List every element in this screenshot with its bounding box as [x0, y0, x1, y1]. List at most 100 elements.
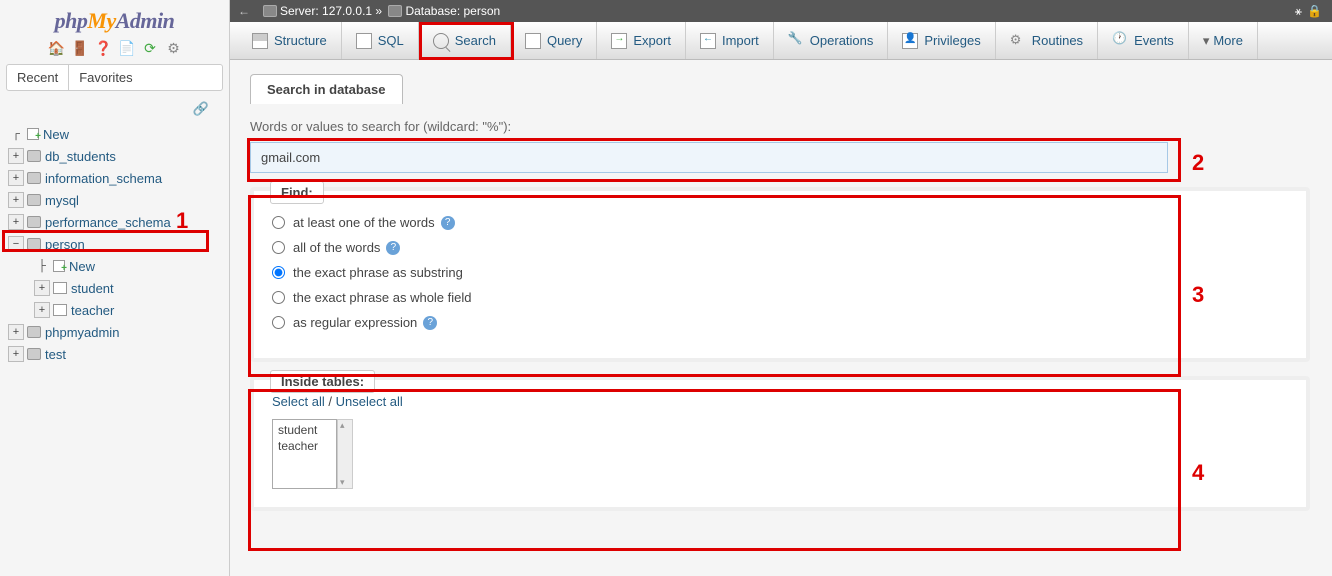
tab-label: Import [722, 33, 759, 48]
settings-icon[interactable]: 📄 [118, 40, 134, 56]
lock-icon[interactable]: 🔒 [1307, 4, 1322, 18]
sidebar-toolbar: 🏠 🚪 ❓ 📄 ⟳ ⚙ [0, 36, 229, 60]
expand-icon[interactable]: + [8, 148, 24, 164]
tab-export[interactable]: Export [597, 22, 686, 59]
tree-table-label: student [71, 281, 114, 296]
tree-db-label: mysql [45, 193, 79, 208]
tab-import[interactable]: Import [686, 22, 774, 59]
annotation-num-2: 2 [1192, 150, 1204, 176]
pin-icon[interactable]: ⚹ [1295, 4, 1302, 19]
tab-label: Privileges [924, 33, 980, 48]
table-icon [53, 304, 67, 316]
panel-title: Search in database [250, 74, 403, 104]
tree-line-icon: ├ [34, 258, 50, 274]
import-icon [700, 33, 716, 49]
db-icon [27, 150, 41, 162]
reload-icon[interactable]: ⟳ [142, 40, 158, 56]
new-db-icon [27, 128, 39, 140]
back-icon[interactable]: ← [238, 4, 250, 18]
tree-db-label: test [45, 347, 66, 362]
tree-new-label: New [43, 127, 69, 142]
recent-favorites-tabs: Recent Favorites [6, 64, 223, 91]
tab-favorites[interactable]: Favorites [69, 65, 142, 90]
tree-db-mysql[interactable]: + mysql [6, 189, 223, 211]
tab-privileges[interactable]: Privileges [888, 22, 995, 59]
table-icon [53, 282, 67, 294]
tree-db-label: performance_schema [45, 215, 171, 230]
tab-label: Operations [810, 33, 874, 48]
tree-table-label: teacher [71, 303, 114, 318]
main-tabs: Structure SQL Search Query Export Import… [230, 22, 1332, 60]
tab-operations[interactable]: Operations [774, 22, 889, 59]
annotation-box-4 [248, 389, 1181, 551]
expand-icon[interactable]: + [8, 192, 24, 208]
tab-label: Events [1134, 33, 1174, 48]
tab-label: Query [547, 33, 582, 48]
logo-part-php: php [55, 8, 88, 33]
annotation-box-3 [248, 195, 1181, 377]
tab-more[interactable]: More [1189, 22, 1258, 59]
sql-icon [356, 33, 372, 49]
server-icon [263, 5, 277, 17]
expand-icon[interactable]: + [34, 280, 50, 296]
db-icon [27, 216, 41, 228]
tab-label: Structure [274, 33, 327, 48]
privileges-icon [902, 33, 918, 49]
tab-routines[interactable]: Routines [996, 22, 1098, 59]
annotation-num-4: 4 [1192, 460, 1204, 486]
expand-icon[interactable]: + [8, 214, 24, 230]
tab-structure[interactable]: Structure [238, 22, 342, 59]
db-icon [388, 5, 402, 17]
events-icon [1112, 33, 1128, 49]
tree-db-phpmyadmin[interactable]: + phpmyadmin [6, 321, 223, 343]
db-icon [27, 172, 41, 184]
sidebar: phpMyAdmin 🏠 🚪 ❓ 📄 ⟳ ⚙ Recent Favorites … [0, 0, 230, 576]
tree-table-teacher[interactable]: + teacher [6, 299, 223, 321]
tab-query[interactable]: Query [511, 22, 597, 59]
tab-events[interactable]: Events [1098, 22, 1189, 59]
expand-icon[interactable]: + [8, 324, 24, 340]
home-icon[interactable]: 🏠 [47, 40, 63, 56]
tree-person-new[interactable]: ├ New [6, 255, 223, 277]
tree-db-test[interactable]: + test [6, 343, 223, 365]
annotation-box-search-tab [419, 22, 514, 60]
server-link[interactable]: 127.0.0.1 [322, 4, 372, 18]
expand-icon[interactable]: + [34, 302, 50, 318]
logo-part-my: My [87, 8, 115, 33]
logout-icon[interactable]: 🚪 [71, 40, 87, 56]
db-icon [27, 326, 41, 338]
operations-icon [788, 33, 804, 49]
docs-icon[interactable]: ❓ [95, 40, 111, 56]
tab-label: More [1213, 33, 1243, 48]
expand-icon[interactable]: + [8, 346, 24, 362]
db-icon [27, 348, 41, 360]
tab-label: Export [633, 33, 671, 48]
gear-icon[interactable]: ⚙ [166, 40, 182, 56]
tree-db-infoschema[interactable]: + information_schema [6, 167, 223, 189]
tree-db-dbstudents[interactable]: + db_students [6, 145, 223, 167]
structure-icon [252, 33, 268, 49]
server-label: Server: [280, 4, 319, 18]
tree-new-label: New [69, 259, 95, 274]
breadcrumb-sep: » [375, 4, 382, 18]
logo-part-admin: Admin [116, 8, 175, 33]
db-link[interactable]: person [464, 4, 501, 18]
tree-line-icon: ┌ [8, 126, 24, 142]
logo[interactable]: phpMyAdmin [0, 0, 229, 36]
tree-db-label: phpmyadmin [45, 325, 119, 340]
tab-recent[interactable]: Recent [7, 65, 69, 90]
tab-label: Routines [1032, 33, 1083, 48]
tree-new[interactable]: ┌ New [6, 123, 223, 145]
tab-sql[interactable]: SQL [342, 22, 419, 59]
tree-db-label: information_schema [45, 171, 162, 186]
export-icon [611, 33, 627, 49]
annotation-num-1: 1 [176, 208, 188, 234]
new-table-icon [53, 260, 65, 272]
tree-table-student[interactable]: + student [6, 277, 223, 299]
breadcrumb-bar: ← Server: 127.0.0.1 » Database: person ⚹… [230, 0, 1332, 22]
expand-icon[interactable]: + [8, 170, 24, 186]
words-label: Words or values to search for (wildcard:… [250, 119, 1312, 134]
routines-icon [1010, 33, 1026, 49]
db-icon [27, 194, 41, 206]
collapse-link-icon[interactable]: 🔗 [0, 95, 229, 123]
